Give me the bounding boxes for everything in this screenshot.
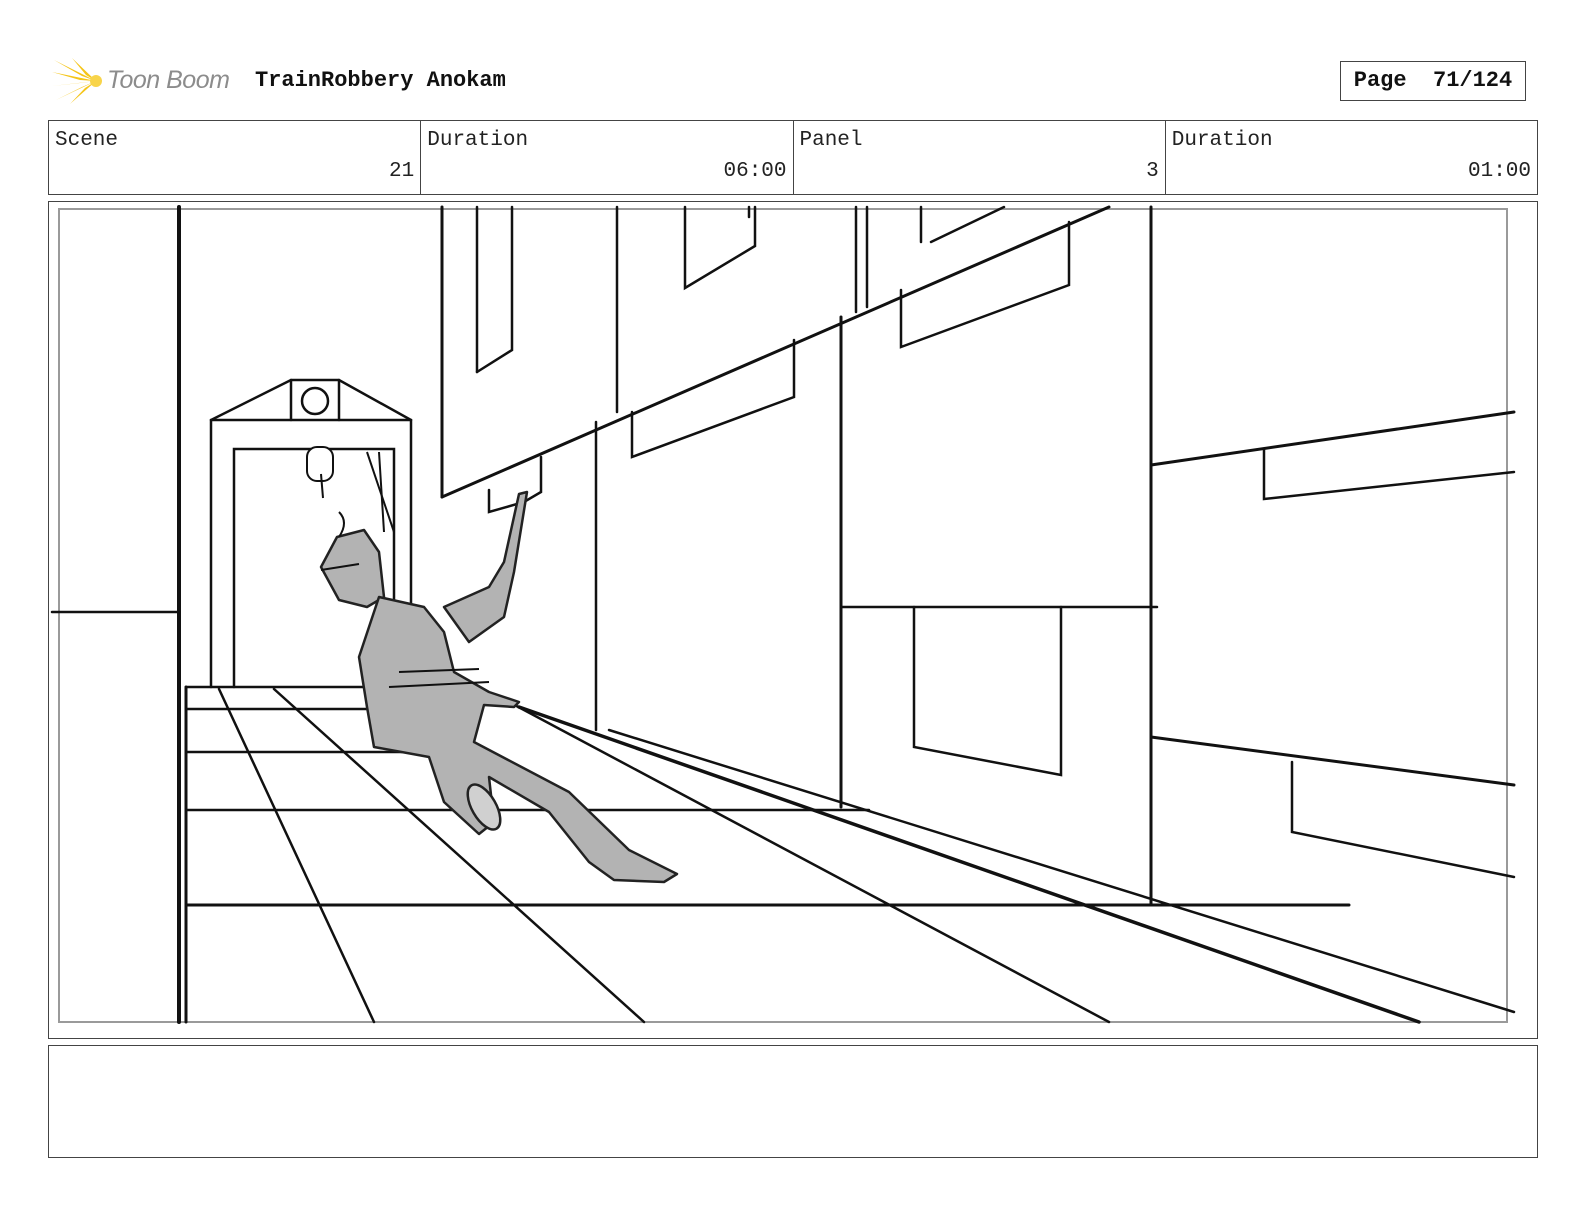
panel-sketch — [50, 205, 1516, 1024]
scene-duration-value: 06:00 — [723, 160, 787, 183]
panel-cell: Panel 3 — [794, 121, 1166, 194]
scene-cell: Scene 21 — [49, 121, 422, 194]
toon-boom-logo: Toon Boom — [52, 56, 242, 106]
scene-label: Scene — [55, 129, 119, 152]
storyboard-panel — [48, 201, 1538, 1039]
toon-boom-starburst-icon — [52, 58, 102, 104]
scene-info-table: Scene 21 Duration 06:00 Panel 3 Duration… — [48, 120, 1538, 195]
panel-value: 3 — [1146, 160, 1159, 183]
project-title: TrainRobbery Anokam — [255, 68, 506, 93]
safe-area-frame — [58, 208, 1508, 1023]
panel-duration-label: Duration — [1171, 129, 1273, 152]
character-figure — [319, 490, 679, 884]
panel-duration-cell: Duration 01:00 — [1166, 121, 1537, 194]
notes-box — [48, 1045, 1538, 1158]
scene-duration-cell: Duration 06:00 — [421, 121, 794, 194]
scene-duration-label: Duration — [427, 129, 529, 152]
scene-value: 21 — [389, 160, 415, 183]
page-number: 71/124 — [1433, 68, 1513, 93]
page-header: Toon Boom TrainRobbery Anokam Page 71/12… — [48, 56, 1538, 106]
panel-duration-value: 01:00 — [1467, 160, 1531, 183]
page-indicator: Page 71/124 — [1340, 61, 1526, 101]
panel-label: Panel — [799, 129, 863, 152]
page-label: Page — [1353, 68, 1407, 93]
logo-text: Toon Boom — [107, 66, 230, 94]
